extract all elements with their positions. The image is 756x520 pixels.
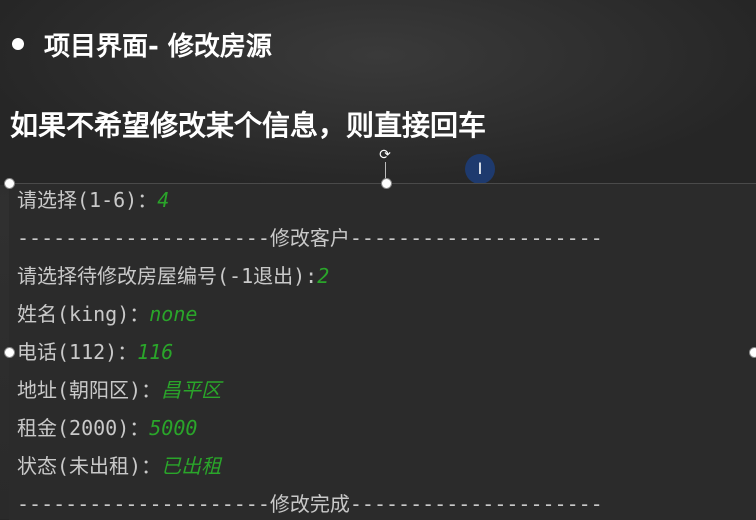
resize-handle-top-center[interactable] [381,178,392,189]
resize-handle-middle-right[interactable] [749,347,756,358]
terminal-input: 4 [157,188,170,212]
terminal-line: 姓名(king)：none [17,301,197,327]
terminal-input: 已出租 [161,454,222,478]
terminal-input: none [149,302,198,326]
terminal-prompt: 地址(朝阳区)： [17,378,162,402]
terminal-input: 2 [317,264,330,288]
terminal-line: 电话(112)：116 [17,339,173,365]
terminal-line: 状态(未出租)：已出租 [17,453,221,479]
terminal-separator: ---------------------修改客户---------------… [17,225,603,251]
resize-handle-middle-left[interactable] [4,347,15,358]
terminal-prompt: 电话(112)： [17,340,138,364]
terminal-line: 地址(朝阳区)：昌平区 [17,377,221,403]
terminal-line: 租金(2000)：5000 [17,415,197,441]
terminal-line: 请选择(1-6)：4 [17,187,169,213]
terminal-prompt: 租金(2000)： [17,416,150,440]
terminal-input: 5000 [149,416,198,440]
slide-subtitle: 如果不希望修改某个信息，则直接回车 [10,109,487,142]
resize-handle-top-left[interactable] [4,178,15,189]
terminal-input: 116 [137,340,174,364]
slide-title: 项目界面- 修改房源 [12,24,272,64]
terminal-input: 昌平区 [161,378,222,402]
terminal-prompt: ---------------------修改完成---------------… [17,492,603,516]
terminal-prompt: ---------------------修改客户---------------… [17,226,603,250]
rotate-handle-icon[interactable]: ⟳ [378,148,392,162]
terminal-line: 请选择待修改房屋编号(-1退出):2 [17,263,329,289]
terminal-prompt: 状态(未出租)： [17,454,162,478]
slide-title-text: 项目界面- 修改房源 [44,31,272,62]
text-cursor-icon: I [465,154,495,184]
terminal-prompt: 请选择(1-6)： [17,188,158,212]
terminal-prompt: 请选择待修改房屋编号(-1退出): [17,264,318,288]
bullet-icon [12,38,24,50]
terminal-separator: ---------------------修改完成---------------… [17,491,603,517]
terminal-prompt: 姓名(king)： [17,302,150,326]
terminal-screenshot: 请选择(1-6)：4 ---------------------修改客户----… [9,183,756,520]
